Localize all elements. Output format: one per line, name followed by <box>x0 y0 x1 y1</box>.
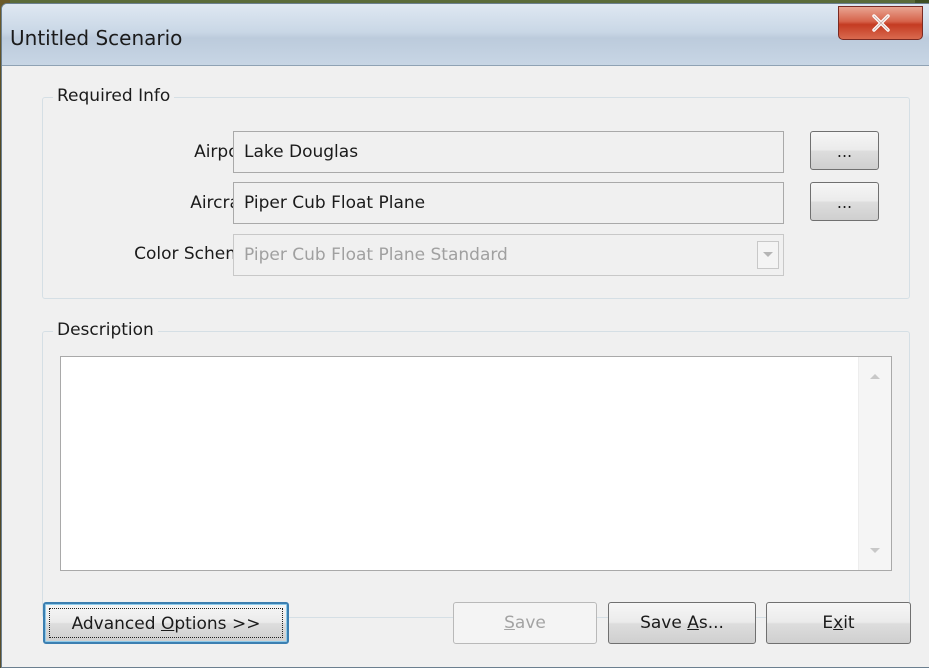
title-bar[interactable]: Untitled Scenario <box>2 4 929 66</box>
scroll-up-arrow-icon[interactable] <box>868 371 882 381</box>
exit-label-pre: E <box>822 613 834 633</box>
save-label-post: ave <box>514 613 546 633</box>
dialog-body: Required Info Airport: Lake Douglas ... … <box>2 66 929 667</box>
scenario-dialog: Untitled Scenario Required Info Airport:… <box>1 3 929 668</box>
save-as-button[interactable]: Save As... <box>608 602 756 644</box>
focus-ring <box>49 608 283 638</box>
save-as-label-post: s... <box>698 613 724 633</box>
aircraft-field[interactable]: Piper Cub Float Plane <box>233 182 784 224</box>
description-legend: Description <box>53 320 158 340</box>
description-group: Description <box>42 320 910 618</box>
airport-browse-button[interactable]: ... <box>810 131 879 170</box>
exit-label-post: it <box>843 613 855 633</box>
chevron-down-icon <box>763 252 773 257</box>
required-info-legend: Required Info <box>53 86 175 106</box>
color-scheme-value: Piper Cub Float Plane Standard <box>244 245 508 265</box>
color-scheme-select[interactable]: Piper Cub Float Plane Standard <box>233 234 784 276</box>
close-button[interactable] <box>838 6 923 40</box>
required-info-group: Required Info Airport: Lake Douglas ... … <box>42 86 910 299</box>
airport-label: Airport: <box>194 142 258 162</box>
save-as-accel: A <box>687 613 699 633</box>
description-textarea[interactable] <box>60 356 892 571</box>
scroll-down-arrow-icon[interactable] <box>868 546 882 556</box>
advanced-options-button[interactable]: Advanced Options >> <box>43 602 289 644</box>
color-scheme-label: Color Scheme: <box>134 244 258 264</box>
dropdown-button[interactable] <box>757 241 779 269</box>
aircraft-label: Aircraft: <box>190 193 258 213</box>
save-accel: S <box>504 613 515 633</box>
aircraft-browse-button[interactable]: ... <box>810 182 879 221</box>
exit-button[interactable]: Exit <box>766 602 911 644</box>
exit-accel: x <box>833 613 844 633</box>
save-button[interactable]: Save <box>453 602 597 644</box>
airport-field[interactable]: Lake Douglas <box>233 131 784 173</box>
save-as-label-pre: Save <box>640 613 688 633</box>
window-title: Untitled Scenario <box>10 26 183 50</box>
vertical-scrollbar[interactable] <box>858 357 891 570</box>
close-icon <box>871 14 890 32</box>
